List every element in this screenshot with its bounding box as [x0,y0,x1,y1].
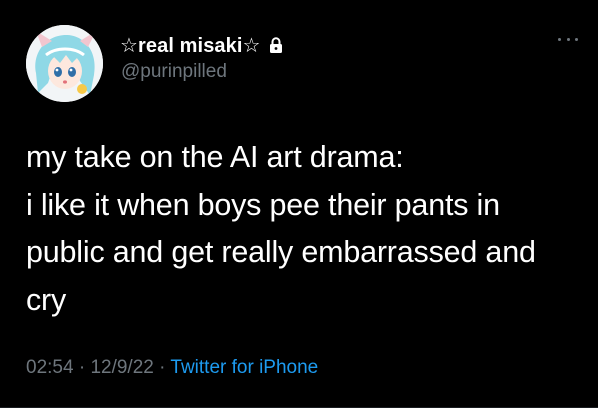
username-handle[interactable]: @purinpilled [121,61,227,83]
tweet-time[interactable]: 02:54 [26,357,74,378]
tweet-metadata: 02:54 · 12/9/22 · Twitter for iPhone [26,357,318,379]
tweet-text: my take on the AI art drama: i like it w… [26,134,586,324]
display-name[interactable]: ☆real misaki☆ [120,33,261,58]
tweet-text-line: my take on the AI art drama: [26,140,404,174]
more-options-button[interactable] [558,34,578,44]
tweet: ☆real misaki☆ @purinpilled my take on th… [0,0,598,408]
tweet-text-line: public and get really embarrassed and [26,235,536,269]
tweet-date[interactable]: 12/9/22 [90,357,153,378]
avatar[interactable] [26,25,103,102]
tweet-text-line: i like it when boys pee their pants in [26,187,500,222]
more-horizontal-icon [558,37,561,41]
meta-separator: · [73,357,91,378]
name-row: ☆real misaki☆ [120,32,283,58]
tweet-text-line: cry [26,282,67,317]
more-horizontal-icon [575,37,578,41]
avatar-image [26,25,103,102]
lock-icon [269,36,283,54]
meta-separator: · [153,357,171,378]
tweet-source-link[interactable]: Twitter for iPhone [170,357,318,378]
more-horizontal-icon [566,37,570,41]
